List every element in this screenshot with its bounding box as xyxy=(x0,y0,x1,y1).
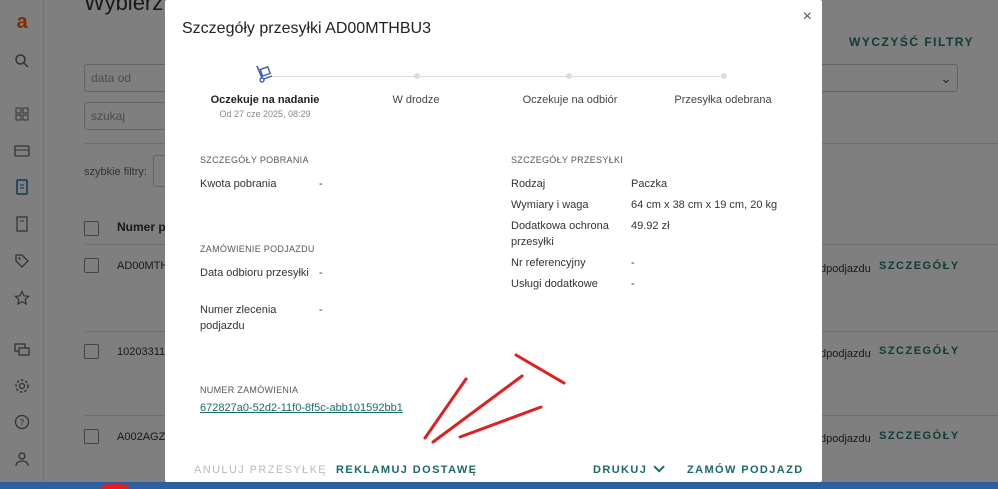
red-annotation-strokes xyxy=(423,353,566,444)
